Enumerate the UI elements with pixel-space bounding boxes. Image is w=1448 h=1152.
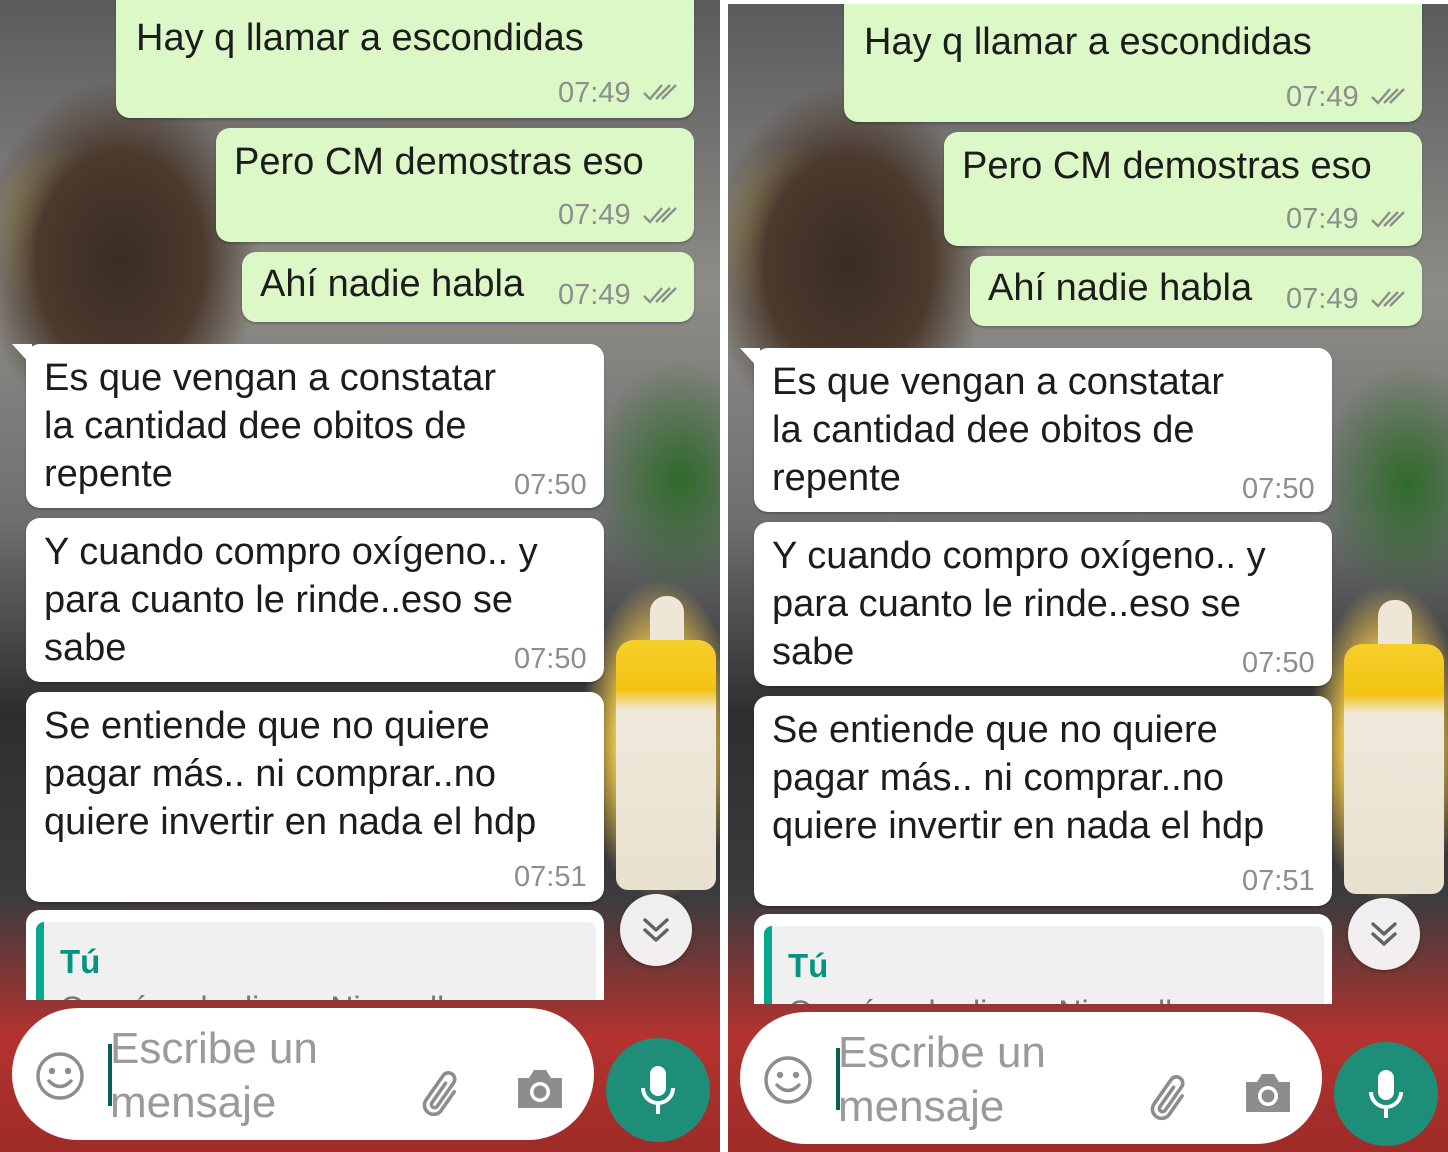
message-time: 07:50 bbox=[1242, 647, 1315, 679]
scroll-to-bottom-button[interactable] bbox=[1348, 898, 1420, 970]
double-check-icon bbox=[1371, 88, 1405, 105]
message-time: 07:50 bbox=[514, 643, 587, 675]
message-list[interactable]: Hay q llamar a escondidas 07:49 Pero CM … bbox=[728, 4, 1448, 1004]
chat-screen-left: Hay q llamar a escondidas 07:49 Pero CM … bbox=[0, 0, 720, 1152]
message-text: Es que vengan a constatar la cantidad de… bbox=[44, 357, 497, 495]
message-time: 07:49 bbox=[558, 77, 631, 109]
message-text: Ahí nadie habla bbox=[260, 263, 525, 305]
message-bubble-outgoing[interactable]: Hay q llamar a escondidas 07:49 bbox=[116, 0, 694, 118]
message-text: Ahí nadie habla bbox=[988, 267, 1253, 309]
message-bubble-outgoing[interactable]: Pero CM demostras eso 07:49 bbox=[216, 128, 694, 242]
bubble-tail bbox=[740, 348, 760, 370]
message-bubble-outgoing[interactable]: Pero CM demostras eso 07:49 bbox=[944, 132, 1422, 246]
message-text: Hay q llamar a escondidas bbox=[864, 21, 1312, 63]
smiley-icon[interactable] bbox=[34, 1050, 86, 1102]
message-text: Es que vengan a constatar la cantidad de… bbox=[772, 361, 1225, 499]
camera-icon[interactable] bbox=[514, 1066, 566, 1112]
voice-message-button[interactable] bbox=[1334, 1042, 1438, 1146]
message-text: Se entiende que no quiere pagar más.. ni… bbox=[772, 709, 1265, 847]
quote-text: Querés q le diga a Nico q llame bbox=[60, 988, 506, 1000]
quote-author: Tú bbox=[788, 947, 829, 984]
message-composer: Escribe un mensaje bbox=[740, 1012, 1322, 1144]
message-bubble-incoming[interactable]: Y cuando compro oxígeno.. y para cuanto … bbox=[754, 522, 1332, 686]
microphone-icon bbox=[1369, 1070, 1403, 1118]
message-time: 07:49 bbox=[558, 199, 631, 231]
double-check-icon bbox=[643, 207, 677, 224]
message-time: 07:50 bbox=[1242, 473, 1315, 505]
double-check-icon bbox=[1371, 211, 1405, 228]
quoted-message[interactable]: Tú Querés q le diga a Nico q llame bbox=[764, 926, 1324, 1004]
message-time: 07:51 bbox=[1242, 865, 1315, 897]
panel-divider bbox=[720, 0, 728, 1152]
quoted-message-bubble[interactable]: Tú Querés q le diga a Nico q llame bbox=[754, 914, 1332, 1004]
message-time: 07:49 bbox=[1286, 203, 1359, 235]
message-time: 07:49 bbox=[558, 279, 631, 311]
message-text: Pero CM demostras eso bbox=[234, 141, 644, 183]
message-bubble-incoming[interactable]: Es que vengan a constatar la cantidad de… bbox=[12, 344, 604, 508]
quoted-message-bubble[interactable]: Tú Querés q le diga a Nico q llame bbox=[26, 910, 604, 1000]
double-check-icon bbox=[643, 84, 677, 101]
camera-icon[interactable] bbox=[1242, 1070, 1294, 1116]
chat-screen-right: Hay q llamar a escondidas 07:49 Pero CM … bbox=[728, 0, 1448, 1152]
paperclip-icon[interactable] bbox=[414, 1064, 470, 1120]
screenshot-comparison: Hay q llamar a escondidas 07:49 Pero CM … bbox=[0, 0, 1448, 1152]
quote-accent-bar bbox=[36, 922, 44, 1000]
scroll-to-bottom-button[interactable] bbox=[620, 894, 692, 966]
message-bubble-incoming[interactable]: Se entiende que no quiere pagar más.. ni… bbox=[754, 696, 1332, 906]
microphone-icon bbox=[641, 1066, 675, 1114]
message-input[interactable]: Escribe un mensaje bbox=[110, 1022, 370, 1130]
message-time: 07:49 bbox=[1286, 283, 1359, 315]
smiley-icon[interactable] bbox=[762, 1054, 814, 1106]
message-text: Y cuando compro oxígeno.. y para cuanto … bbox=[44, 531, 538, 669]
message-bubble-incoming[interactable]: Es que vengan a constatar la cantidad de… bbox=[740, 348, 1332, 512]
message-text: Pero CM demostras eso bbox=[962, 145, 1372, 187]
message-time: 07:50 bbox=[514, 469, 587, 501]
message-list[interactable]: Hay q llamar a escondidas 07:49 Pero CM … bbox=[0, 0, 720, 1000]
double-check-icon bbox=[643, 287, 677, 304]
voice-message-button[interactable] bbox=[606, 1038, 710, 1142]
message-time: 07:51 bbox=[514, 861, 587, 893]
message-time: 07:49 bbox=[1286, 81, 1359, 113]
quoted-message[interactable]: Tú Querés q le diga a Nico q llame bbox=[36, 922, 596, 1000]
message-input[interactable]: Escribe un mensaje bbox=[838, 1026, 1098, 1134]
message-bubble-outgoing[interactable]: Ahí nadie habla 07:49 bbox=[242, 252, 694, 322]
message-text: Hay q llamar a escondidas bbox=[136, 17, 584, 59]
double-check-icon bbox=[1371, 291, 1405, 308]
double-chevron-down-icon bbox=[643, 918, 669, 942]
double-chevron-down-icon bbox=[1371, 922, 1397, 946]
message-text: Y cuando compro oxígeno.. y para cuanto … bbox=[772, 535, 1266, 673]
message-bubble-outgoing[interactable]: Hay q llamar a escondidas 07:49 bbox=[844, 4, 1422, 122]
quote-accent-bar bbox=[764, 926, 772, 1004]
message-bubble-outgoing[interactable]: Ahí nadie habla 07:49 bbox=[970, 256, 1422, 326]
bubble-tail bbox=[12, 344, 32, 366]
quote-author: Tú bbox=[60, 943, 101, 980]
message-text: Se entiende que no quiere pagar más.. ni… bbox=[44, 705, 537, 843]
message-composer: Escribe un mensaje bbox=[12, 1008, 594, 1140]
paperclip-icon[interactable] bbox=[1142, 1068, 1198, 1124]
message-bubble-incoming[interactable]: Y cuando compro oxígeno.. y para cuanto … bbox=[26, 518, 604, 682]
message-bubble-incoming[interactable]: Se entiende que no quiere pagar más.. ni… bbox=[26, 692, 604, 902]
quote-text: Querés q le diga a Nico q llame bbox=[788, 992, 1234, 1004]
